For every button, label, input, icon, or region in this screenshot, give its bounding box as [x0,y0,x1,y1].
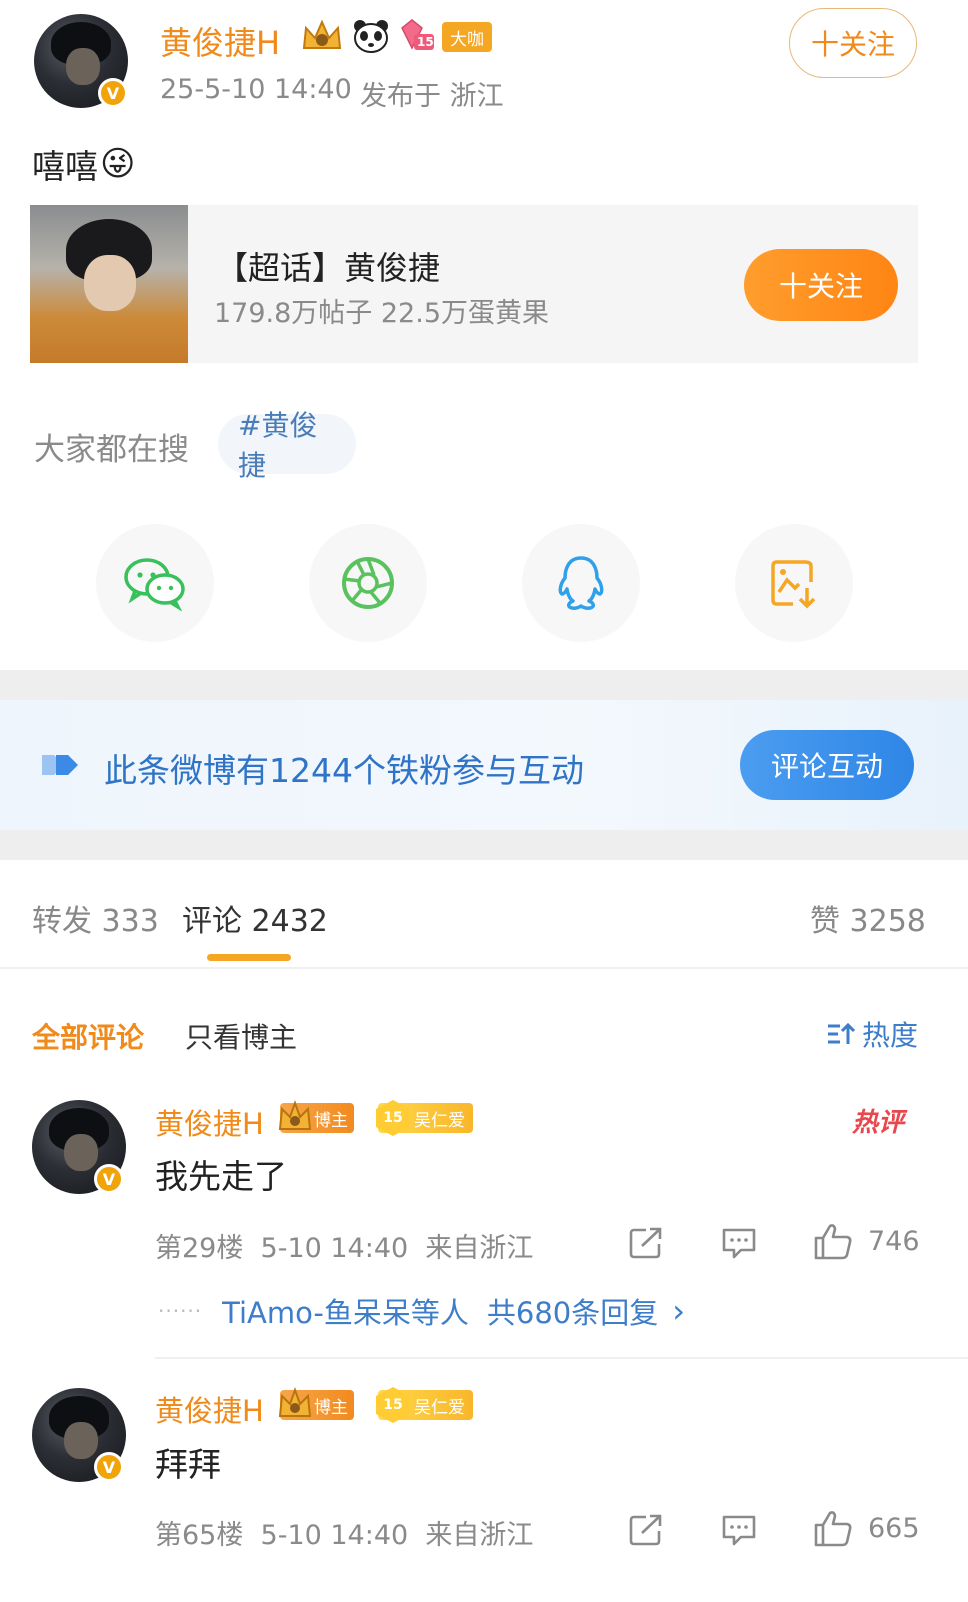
comment-divider [155,1357,968,1359]
crown-icon [278,1387,312,1417]
fan-level-medal: 15 [398,18,436,54]
comment-text: 拜拜 [155,1445,221,1484]
repost-icon[interactable] [628,1513,664,1547]
save-image-button[interactable] [735,524,853,642]
iron-fans-banner[interactable]: 此条微博有1244个铁粉参与互动 评论互动 [0,700,968,830]
post-timestamp: 25-5-10 14:40 [160,74,352,105]
share-moments-button[interactable] [309,524,427,642]
comment-meta: 第29楼 5-10 14:40 来自浙江 [155,1233,534,1264]
supertopic-stats: 179.8万帖子 22.5万蛋黄果 [214,298,549,329]
like-count: 746 [868,1226,920,1257]
wink-tongue-emoji-icon: 😜 [100,144,136,184]
sort-icon [828,1022,856,1044]
fans-interaction-icon [42,755,78,775]
chevron-right-icon: › [672,1292,686,1330]
verified-badge-icon: V [98,78,128,108]
comment-icon[interactable] [721,1226,757,1260]
host-tag: 博主 [278,1387,354,1420]
section-divider [0,670,968,700]
comment-author-name[interactable]: 黄俊捷H [155,1388,264,1430]
fan-group-tag: 15 吴仁爱 [376,1387,473,1423]
reply-count: 共680条回复 [486,1296,659,1330]
sort-by-heat[interactable]: 热度 [826,1014,918,1054]
fan-group-tag: 15 吴仁爱 [376,1100,473,1136]
filter-host-only[interactable]: 只看博主 [185,1016,297,1056]
author-name[interactable]: 黄俊捷H [160,18,280,64]
tab-like[interactable]: 赞 3258 [810,896,926,940]
repost-icon[interactable] [628,1226,664,1260]
like-icon[interactable] [812,1222,854,1262]
moments-icon [342,557,394,609]
filter-all-comments[interactable]: 全部评论 [32,1016,144,1056]
post-text: 嘻嘻 😜 [32,140,135,188]
comment-meta: 第65楼 5-10 14:40 来自浙江 [155,1520,534,1551]
like-count: 665 [868,1513,920,1544]
fan-group-label: 吴仁爱 [414,1397,465,1418]
follow-button[interactable]: 十关注 [789,8,917,78]
panda-icon [354,20,388,53]
comment-icon[interactable] [721,1513,757,1547]
tab-repost[interactable]: 转发 333 [32,896,159,940]
fans-banner-text: 此条微博有1244个铁粉参与互动 [104,751,584,790]
tab-active-indicator [207,954,291,961]
vip-medal: 大咖 [442,22,492,52]
comment-interact-button[interactable]: 评论互动 [740,730,914,800]
fan-level-value: 15 [417,35,434,49]
supertopic-title: 【超话】黄俊捷 [216,249,441,287]
reply-users: TiAmo-鱼呆呆等人 [222,1296,469,1330]
fan-level-badge: 15 [376,1100,410,1136]
host-tag: 博主 [278,1100,354,1133]
tabs-divider [0,967,968,969]
save-image-icon [771,560,816,609]
supertopic-follow-button[interactable]: 十关注 [744,249,898,321]
wechat-icon [124,558,185,611]
sort-label: 热度 [862,1019,919,1052]
qq-icon [558,556,604,610]
supertopic-card[interactable]: 【超话】黄俊捷 179.8万帖子 22.5万蛋黄果 十关注 [30,205,918,363]
comment-text: 我先走了 [155,1157,287,1196]
fan-level-badge: 15 [376,1387,410,1423]
host-tag-label: 博主 [314,1397,348,1418]
crown-icon [278,1100,312,1130]
everyone-searching-label: 大家都在搜 [34,432,189,468]
crown-medal-icon [302,19,342,49]
hot-search-chip[interactable]: #黄俊捷 [218,409,356,482]
reply-thread-dots: ······ [158,1299,203,1323]
like-icon[interactable] [812,1509,854,1549]
post-text-content: 嘻嘻 [32,147,98,186]
post-location: 发布于 浙江 [360,81,504,112]
host-tag-label: 博主 [314,1110,348,1131]
comment-author-name[interactable]: 黄俊捷H [155,1101,264,1143]
verified-badge-icon: V [94,1164,124,1194]
supertopic-cover-image [30,205,188,363]
share-qq-button[interactable] [522,524,640,642]
share-wechat-button[interactable] [96,524,214,642]
hot-comment-badge: 热评 [852,1108,905,1138]
verified-badge-icon: V [94,1452,124,1482]
reply-thread-link[interactable]: ······ TiAmo-鱼呆呆等人 共680条回复 › [158,1290,685,1332]
tab-comment[interactable]: 评论 2432 [182,896,328,940]
section-divider [0,830,968,860]
fan-group-label: 吴仁爱 [414,1110,465,1131]
